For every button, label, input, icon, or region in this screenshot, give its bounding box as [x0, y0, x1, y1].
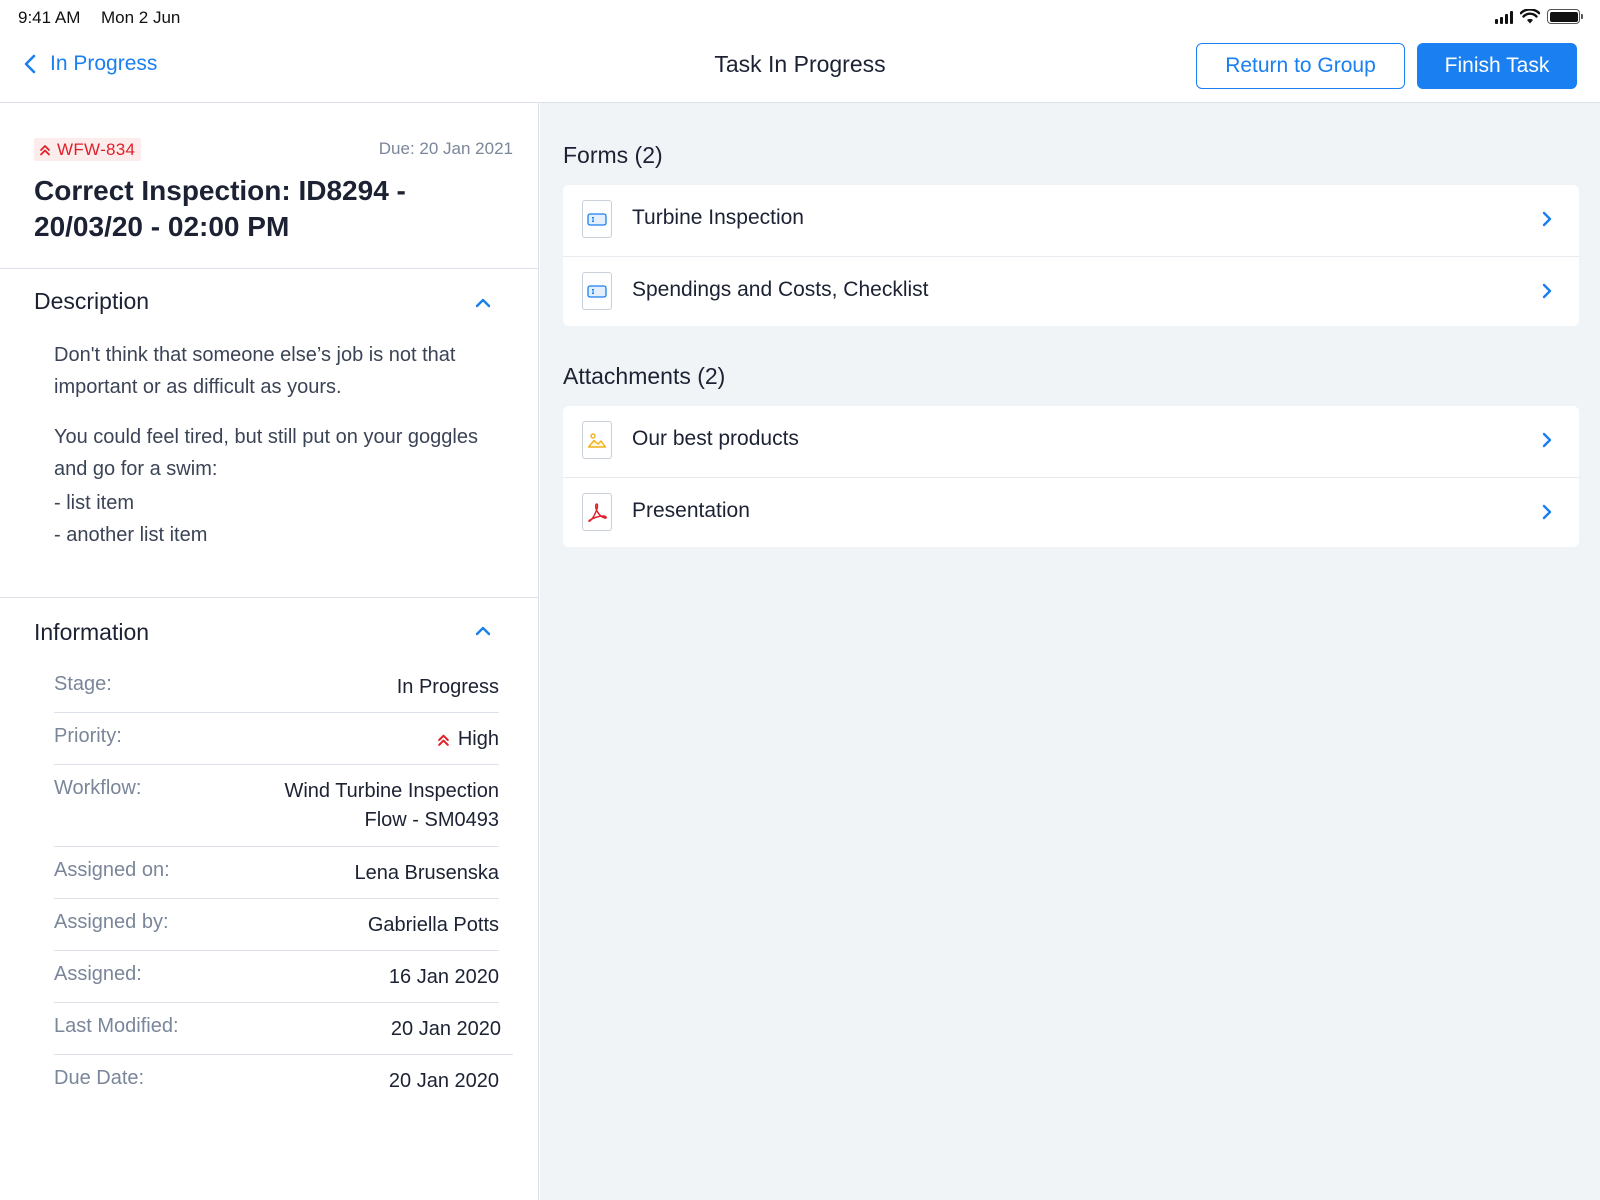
info-row-stage: Stage: In Progress — [54, 661, 499, 713]
task-header: WFW-834 Due: 20 Jan 2021 Correct Inspect… — [0, 103, 539, 269]
info-value: 16 Jan 2020 — [388, 966, 499, 988]
info-value: Gabriella Potts — [367, 914, 499, 936]
info-row-workflow: Workflow: Wind Turbine Inspection Flow -… — [54, 765, 499, 847]
form-item-label: Turbine Inspection — [632, 206, 804, 229]
priority-high-icon — [438, 734, 449, 746]
task-id-badge: WFW-834 — [34, 138, 142, 161]
attachments-list: Our best products Presentation — [563, 406, 1579, 547]
info-label: Priority: — [54, 725, 122, 747]
chevron-right-icon — [1542, 283, 1552, 299]
attachments-heading: Attachments (2) — [563, 363, 726, 389]
info-label: Assigned on: — [54, 859, 170, 881]
description-list-item: - list item — [54, 492, 134, 514]
task-id: WFW-834 — [57, 139, 136, 159]
form-item-spendings-and-costs[interactable]: Spendings and Costs, Checklist — [563, 256, 1579, 326]
navigation-bar: In Progress Task In Progress Return to G… — [0, 36, 1600, 103]
info-value: Lena Brusenska — [354, 862, 499, 884]
description-list-item: - another list item — [54, 524, 208, 546]
task-details-panel: WFW-834 Due: 20 Jan 2021 Correct Inspect… — [0, 103, 539, 1200]
collapse-information-icon[interactable] — [473, 624, 493, 638]
info-label: Due Date: — [54, 1067, 145, 1089]
task-due-date: Due: 20 Jan 2021 — [378, 139, 513, 158]
pdf-file-icon — [582, 493, 612, 531]
info-value: Wind Turbine Inspection Flow - SM0493 — [284, 777, 499, 835]
status-bar: 9:41 AM Mon 2 Jun — [0, 0, 1600, 36]
info-label: Stage: — [54, 673, 112, 695]
description-paragraph: You could feel tired, but still put on y… — [54, 426, 478, 480]
task-title: Correct Inspection: ID8294 - 20/03/20 - … — [34, 175, 406, 242]
form-icon — [582, 272, 612, 310]
chevron-right-icon — [1542, 504, 1552, 520]
priority-high-icon — [40, 144, 50, 155]
image-file-icon — [582, 421, 612, 459]
section-divider — [0, 597, 539, 598]
forms-heading: Forms (2) — [563, 142, 663, 168]
attachment-item-presentation[interactable]: Presentation — [563, 477, 1579, 547]
info-value: 20 Jan 2020 — [390, 1018, 501, 1040]
chevron-left-icon — [24, 54, 36, 74]
back-button-label: In Progress — [50, 52, 158, 75]
attachment-item-our-best-products[interactable]: Our best products — [563, 406, 1579, 476]
cellular-signal-icon — [1495, 10, 1513, 24]
description-heading: Description — [34, 288, 150, 314]
return-to-group-button[interactable]: Return to Group — [1196, 43, 1405, 89]
status-date: Mon 2 Jun — [101, 8, 181, 27]
info-row-assigned-by: Assigned by: Gabriella Potts — [54, 899, 499, 951]
info-label: Assigned: — [54, 963, 142, 985]
back-button[interactable]: In Progress — [24, 52, 157, 76]
battery-icon — [1547, 9, 1583, 24]
form-item-turbine-inspection[interactable]: Turbine Inspection — [563, 185, 1579, 255]
status-time: 9:41 AM — [18, 8, 81, 27]
wifi-icon — [1520, 9, 1540, 24]
info-label: Assigned by: — [54, 911, 169, 933]
description-paragraph: Don't think that someone else’s job is n… — [54, 344, 456, 398]
finish-task-button[interactable]: Finish Task — [1417, 43, 1577, 89]
info-label: Last Modified: — [54, 1015, 179, 1037]
workflow-name-line2: Flow - SM0493 — [364, 809, 500, 831]
attachment-item-label: Our best products — [632, 427, 799, 450]
info-value: 20 Jan 2020 — [388, 1070, 499, 1092]
info-value: High — [437, 725, 499, 754]
content-panel: Forms (2) Turbine Inspection Spendings a… — [540, 103, 1600, 1200]
status-icons — [1495, 9, 1583, 24]
form-icon — [582, 200, 612, 238]
information-heading: Information — [34, 619, 150, 645]
info-row-last-modified: Last Modified: 20 Jan 2020 — [54, 1003, 513, 1055]
attachment-item-label: Presentation — [632, 499, 750, 522]
form-item-label: Spendings and Costs, Checklist — [632, 278, 929, 301]
chevron-right-icon — [1542, 211, 1552, 227]
collapse-description-icon[interactable] — [473, 296, 493, 310]
info-row-assigned-on: Assigned on: Lena Brusenska — [54, 847, 499, 899]
info-row-due-date: Due Date: 20 Jan 2020 — [54, 1055, 499, 1107]
info-value: In Progress — [396, 676, 499, 698]
chevron-right-icon — [1542, 432, 1552, 448]
priority-value: High — [457, 728, 499, 750]
description-body: Don't think that someone else’s job is n… — [54, 339, 494, 551]
workflow-name-line1: Wind Turbine Inspection — [284, 780, 499, 802]
info-label: Workflow: — [54, 777, 142, 799]
info-row-assigned: Assigned: 16 Jan 2020 — [54, 951, 499, 1003]
forms-list: Turbine Inspection Spendings and Costs, … — [563, 185, 1579, 326]
info-row-priority: Priority: High — [54, 713, 499, 765]
